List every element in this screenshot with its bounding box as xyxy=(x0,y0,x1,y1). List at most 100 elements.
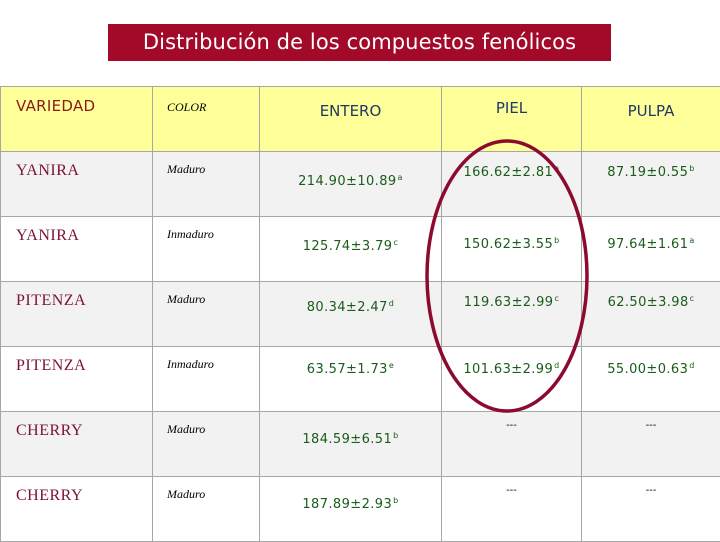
header-pulp: PULPA xyxy=(582,102,720,120)
skin-significance-letter: d xyxy=(554,361,559,370)
pulp-significance-letter: c xyxy=(690,294,695,303)
variety-name: PITENZA xyxy=(16,292,86,310)
color-cell: Maduro xyxy=(153,152,260,217)
whole-significance-letter: e xyxy=(389,361,394,370)
whole-mean-sd: 63.57±1.73 xyxy=(307,362,388,377)
pulp-empty-value: --- xyxy=(582,420,720,431)
whole-value: 214.90±10.89a xyxy=(260,173,441,189)
pulp-cell: 87.19±0.55b xyxy=(582,152,720,217)
whole-significance-letter: b xyxy=(393,431,398,440)
header-variety: VARIEDAD xyxy=(16,97,95,115)
skin-mean-sd: 101.63±2.99 xyxy=(463,362,553,377)
color-cell: Inmaduro xyxy=(153,217,260,282)
header-whole: ENTERO xyxy=(260,102,441,120)
skin-cell: 119.63±2.99c xyxy=(442,282,582,347)
whole-value: 184.59±6.51b xyxy=(260,431,441,447)
whole-cell: 63.57±1.73e xyxy=(260,347,442,412)
table-row: CHERRYMaduro184.59±6.51b------ xyxy=(1,412,720,477)
ripeness-label: Inmaduro xyxy=(167,357,214,372)
table-row: PITENZAMaduro80.34±2.47d119.63±2.99c62.5… xyxy=(1,282,720,347)
color-cell: Maduro xyxy=(153,282,260,347)
skin-cell: --- xyxy=(442,412,582,477)
variety-cell: CHERRY xyxy=(1,477,153,542)
table-row: YANIRAMaduro214.90±10.89a166.62±2.81a87.… xyxy=(1,152,720,217)
header-cell-variety: VARIEDAD xyxy=(1,87,153,152)
header-skin: PIEL xyxy=(442,99,581,117)
pulp-mean-sd: 55.00±0.63 xyxy=(607,362,688,377)
whole-mean-sd: 214.90±10.89 xyxy=(298,174,396,189)
variety-cell: YANIRA xyxy=(1,217,153,282)
whole-cell: 214.90±10.89a xyxy=(260,152,442,217)
skin-value: 166.62±2.81a xyxy=(442,164,581,180)
whole-cell: 187.89±2.93b xyxy=(260,477,442,542)
whole-mean-sd: 187.89±2.93 xyxy=(302,497,392,512)
skin-value: 101.63±2.99d xyxy=(442,361,581,377)
whole-significance-letter: a xyxy=(398,173,403,182)
pulp-cell: 97.64±1.61a xyxy=(582,217,720,282)
whole-cell: 125.74±3.79c xyxy=(260,217,442,282)
color-cell: Maduro xyxy=(153,477,260,542)
header-cell-skin: PIEL xyxy=(442,87,582,152)
whole-mean-sd: 80.34±2.47 xyxy=(307,300,388,315)
skin-cell: 101.63±2.99d xyxy=(442,347,582,412)
whole-cell: 184.59±6.51b xyxy=(260,412,442,477)
skin-cell: --- xyxy=(442,477,582,542)
slide-title: Distribución de los compuestos fenólicos xyxy=(108,24,611,61)
skin-significance-letter: b xyxy=(554,236,559,245)
whole-value: 63.57±1.73e xyxy=(260,361,441,377)
header-cell-color: COLOR xyxy=(153,87,260,152)
table-row: YANIRAInmaduro125.74±3.79c150.62±3.55b97… xyxy=(1,217,720,282)
variety-cell: YANIRA xyxy=(1,152,153,217)
whole-significance-letter: b xyxy=(393,496,398,505)
whole-mean-sd: 184.59±6.51 xyxy=(302,432,392,447)
pulp-mean-sd: 97.64±1.61 xyxy=(607,237,688,252)
ripeness-label: Maduro xyxy=(167,292,205,307)
header-cell-pulp: PULPA xyxy=(582,87,720,152)
skin-cell: 150.62±3.55b xyxy=(442,217,582,282)
skin-mean-sd: 119.63±2.99 xyxy=(464,295,554,310)
whole-mean-sd: 125.74±3.79 xyxy=(303,239,393,254)
pulp-empty-value: --- xyxy=(582,485,720,496)
pulp-cell: 62.50±3.98c xyxy=(582,282,720,347)
pulp-mean-sd: 87.19±0.55 xyxy=(607,165,688,180)
whole-significance-letter: d xyxy=(389,299,394,308)
variety-name: YANIRA xyxy=(16,227,79,245)
header-cell-whole: ENTERO xyxy=(260,87,442,152)
whole-significance-letter: c xyxy=(393,238,398,247)
whole-cell: 80.34±2.47d xyxy=(260,282,442,347)
pulp-cell: --- xyxy=(582,412,720,477)
whole-value: 125.74±3.79c xyxy=(260,238,441,254)
pulp-mean-sd: 62.50±3.98 xyxy=(608,295,689,310)
color-cell: Maduro xyxy=(153,412,260,477)
skin-significance-letter: c xyxy=(554,294,559,303)
variety-cell: PITENZA xyxy=(1,347,153,412)
skin-empty-value: --- xyxy=(442,420,581,431)
pulp-significance-letter: a xyxy=(689,236,694,245)
variety-name: CHERRY xyxy=(16,487,83,505)
whole-value: 80.34±2.47d xyxy=(260,299,441,315)
whole-value: 187.89±2.93b xyxy=(260,496,441,512)
variety-cell: CHERRY xyxy=(1,412,153,477)
ripeness-label: Maduro xyxy=(167,162,205,177)
skin-value: 119.63±2.99c xyxy=(442,294,581,310)
pulp-significance-letter: d xyxy=(689,361,694,370)
pulp-value: 97.64±1.61a xyxy=(582,236,720,252)
pulp-cell: --- xyxy=(582,477,720,542)
color-cell: Inmaduro xyxy=(153,347,260,412)
phenolic-distribution-table: VARIEDAD COLOR ENTERO PIEL PULPA YANIRA M… xyxy=(0,86,720,542)
skin-cell: 166.62±2.81a xyxy=(442,152,582,217)
pulp-value: 62.50±3.98c xyxy=(582,294,720,310)
table-body: YANIRAMaduro214.90±10.89a166.62±2.81a87.… xyxy=(1,152,720,542)
skin-value: 150.62±3.55b xyxy=(442,236,581,252)
header-color: COLOR xyxy=(167,100,206,115)
pulp-value: 87.19±0.55b xyxy=(582,164,720,180)
table-header-row: VARIEDAD COLOR ENTERO PIEL PULPA xyxy=(1,87,720,152)
table-row: PITENZAInmaduro63.57±1.73e101.63±2.99d55… xyxy=(1,347,720,412)
ripeness-label: Maduro xyxy=(167,422,205,437)
table-row: CHERRYMaduro187.89±2.93b------ xyxy=(1,477,720,542)
skin-significance-letter: a xyxy=(554,164,559,173)
pulp-significance-letter: b xyxy=(689,164,694,173)
variety-cell: PITENZA xyxy=(1,282,153,347)
ripeness-label: Maduro xyxy=(167,487,205,502)
skin-empty-value: --- xyxy=(442,485,581,496)
